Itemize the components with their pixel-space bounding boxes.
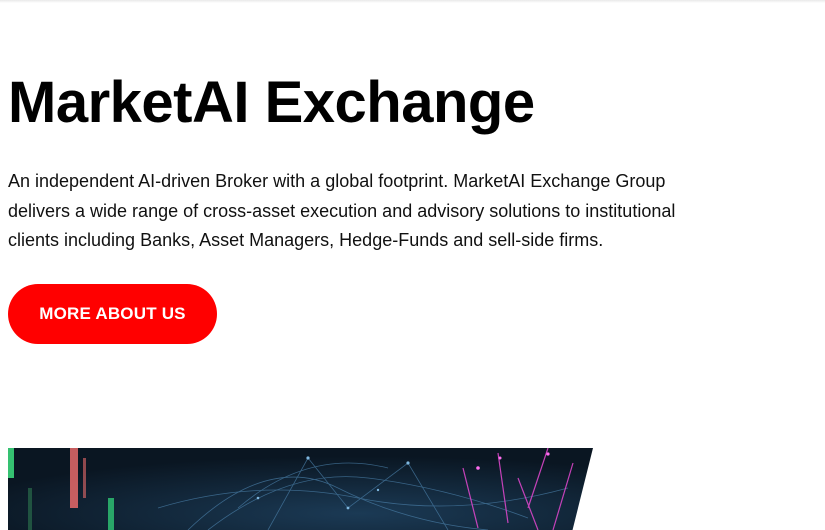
page: MarketAI Exchange An independent AI-driv… [0, 0, 825, 530]
trading-network-image [8, 448, 593, 530]
hero-section: MarketAI Exchange An independent AI-driv… [8, 70, 708, 256]
hero-title: MarketAI Exchange [8, 70, 535, 135]
header-shadow [0, 0, 825, 3]
hero-description: An independent AI-driven Broker with a g… [8, 171, 676, 250]
more-about-us-button[interactable]: MORE ABOUT US [8, 284, 217, 344]
